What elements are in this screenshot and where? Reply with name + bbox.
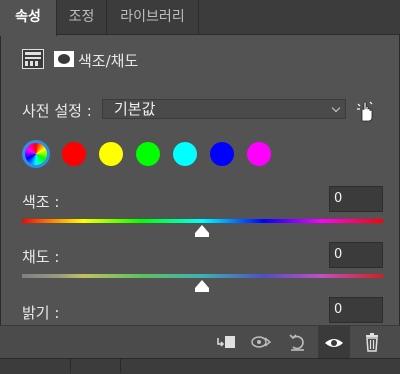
cyan-color-swatch[interactable]	[173, 142, 197, 166]
saturation-label: 채도 :	[22, 248, 60, 266]
delete-trash-icon[interactable]	[356, 326, 388, 359]
tab-adjustments[interactable]: 조정	[57, 0, 107, 35]
bottom-toolbar	[0, 325, 400, 359]
visibility-eye-icon[interactable]	[318, 326, 350, 359]
hue-value-field[interactable]: 0	[329, 186, 383, 212]
view-previous-state-icon[interactable]	[245, 326, 277, 359]
preset-dropdown[interactable]: 기본값	[102, 99, 346, 119]
strip-divider	[120, 358, 121, 373]
lightness-label: 밝기 :	[22, 304, 60, 322]
panel-bottom-strip	[0, 358, 400, 374]
preset-value: 기본값	[114, 100, 156, 118]
preset-label: 사전 설정 :	[22, 102, 92, 120]
hue-slider-track[interactable]	[22, 219, 383, 223]
tab-properties[interactable]: 속성	[0, 0, 57, 36]
saturation-slider-thumb[interactable]	[195, 280, 209, 292]
strip-divider	[70, 358, 71, 373]
chevron-down-icon	[331, 103, 341, 113]
saturation-slider-track[interactable]	[22, 274, 383, 278]
reset-icon[interactable]	[282, 326, 314, 359]
tab-bar: 속성 조정 라이브러리	[0, 0, 400, 36]
yellow-color-swatch[interactable]	[99, 142, 123, 166]
magenta-color-swatch[interactable]	[247, 142, 271, 166]
clip-to-layer-icon[interactable]	[210, 326, 242, 359]
green-color-swatch[interactable]	[136, 142, 160, 166]
layer-mask-icon[interactable]	[53, 49, 75, 69]
saturation-value-field[interactable]: 0	[329, 242, 383, 268]
master-color-swatch[interactable]	[22, 140, 50, 168]
blue-color-swatch[interactable]	[210, 142, 234, 166]
red-color-swatch[interactable]	[62, 142, 86, 166]
hue-label: 색조 :	[22, 193, 60, 211]
hue-slider-thumb[interactable]	[195, 225, 209, 237]
hue-saturation-adjustment-icon[interactable]	[22, 49, 44, 69]
adjustment-title: 색조/채도	[78, 52, 139, 70]
lightness-value-field[interactable]: 0	[329, 297, 383, 323]
tab-libraries[interactable]: 라이브러리	[107, 0, 199, 35]
targeted-adjustment-hand-icon[interactable]	[356, 99, 378, 123]
